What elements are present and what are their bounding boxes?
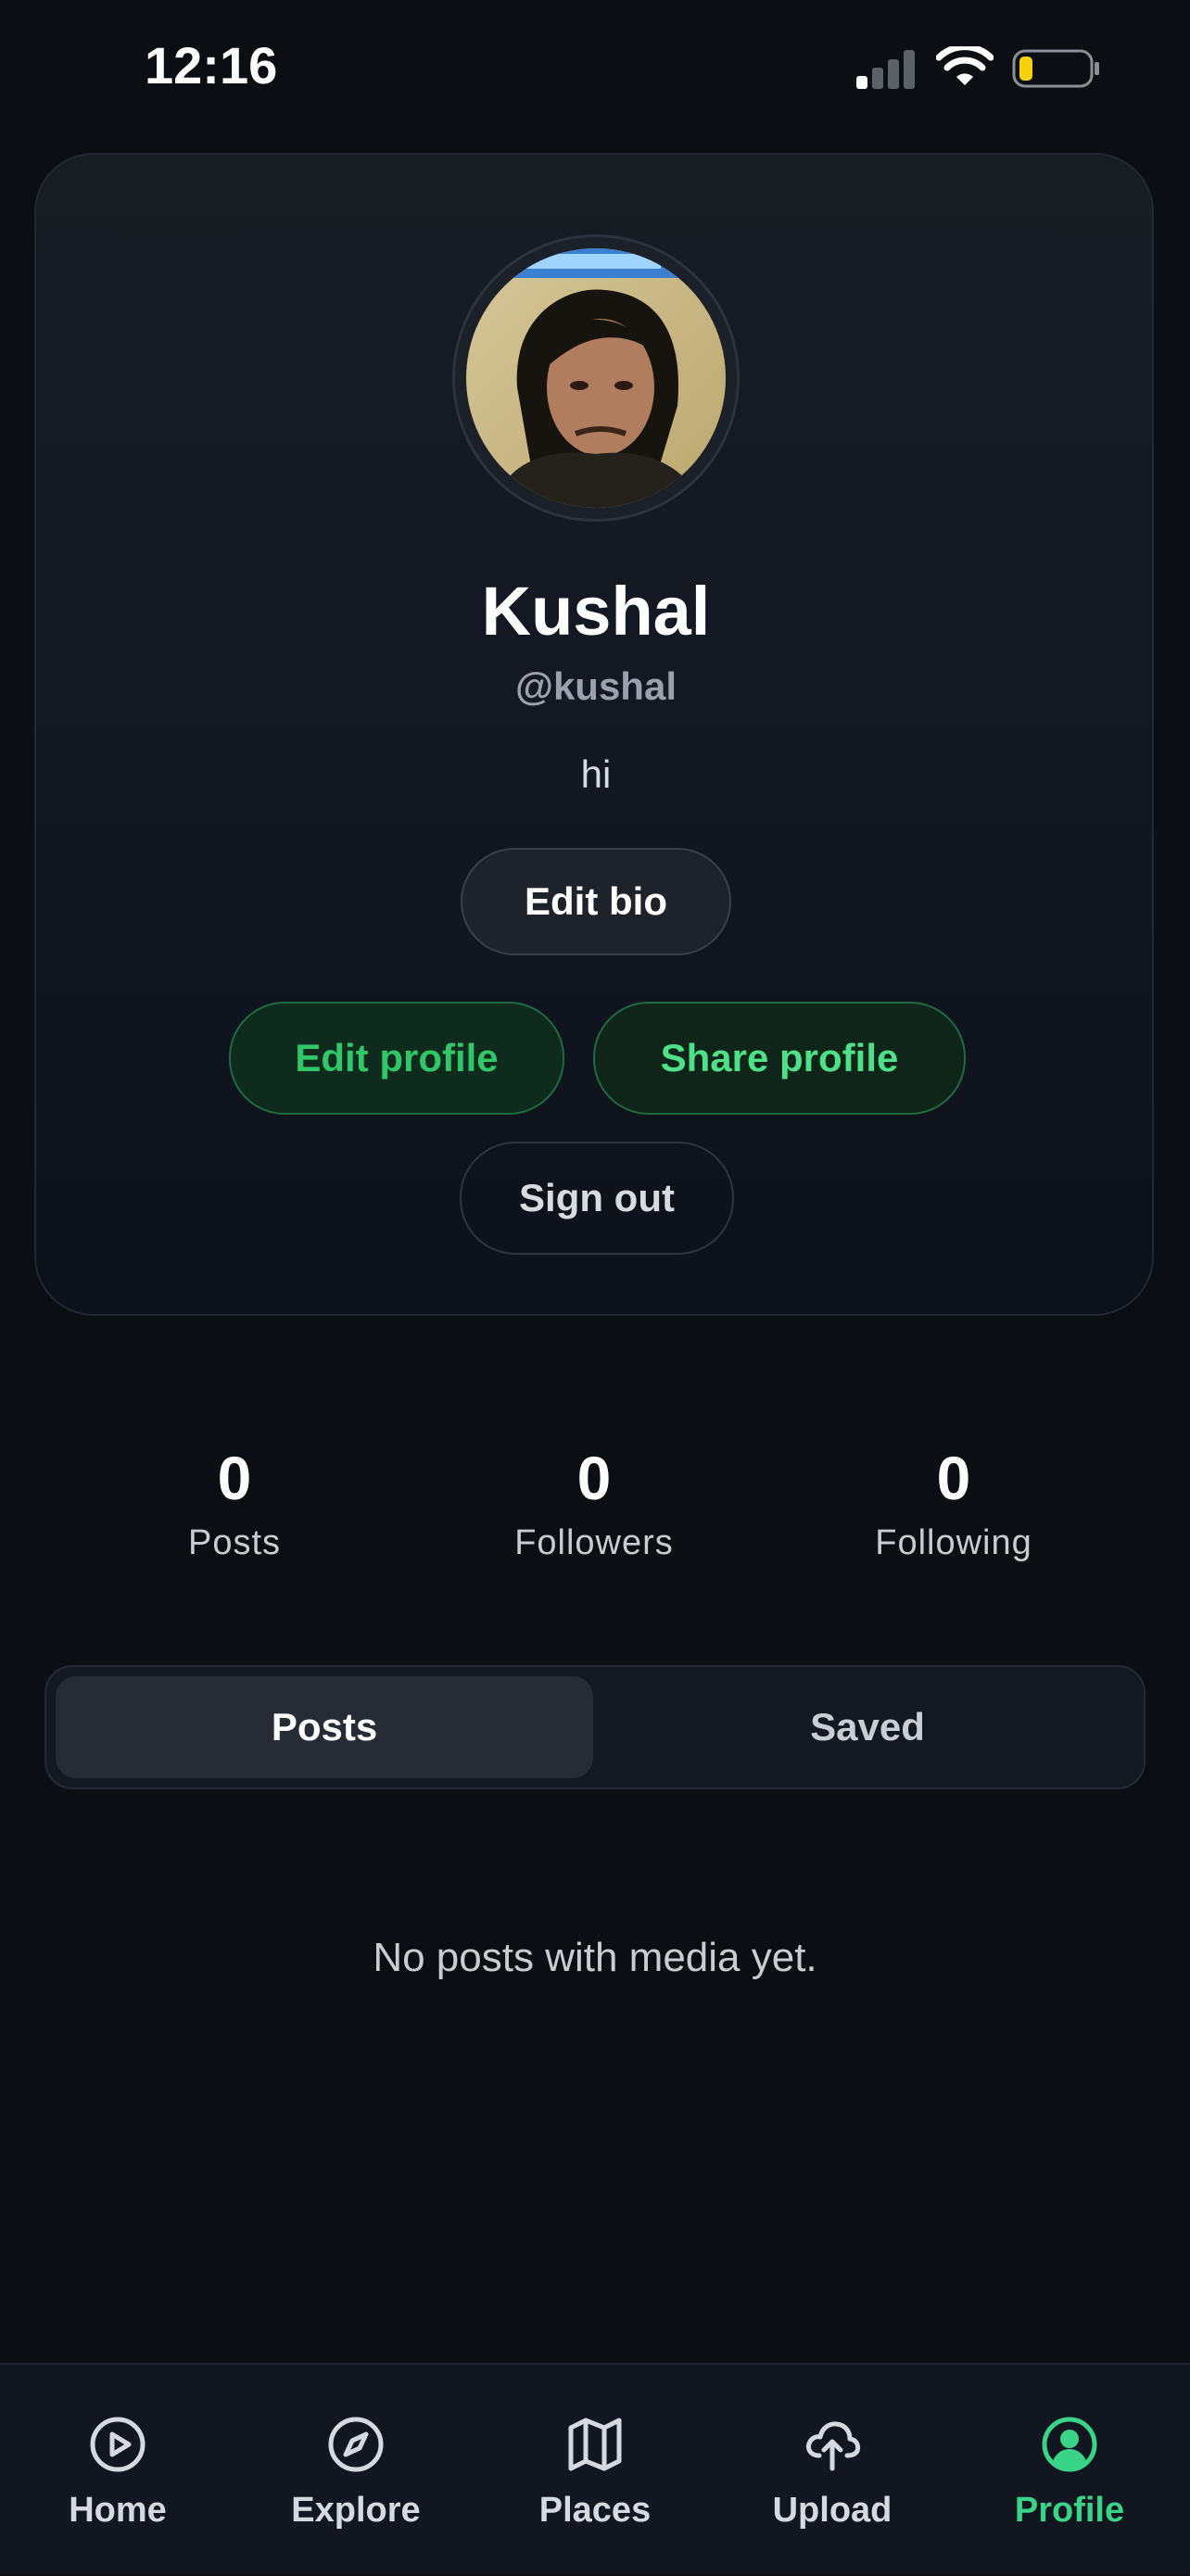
battery-icon <box>1012 49 1099 88</box>
map-icon <box>568 2418 622 2471</box>
nav-explore[interactable]: Explore <box>254 2365 458 2576</box>
stat-posts[interactable]: 0 Posts <box>95 1436 373 1563</box>
nav-places-label: Places <box>538 2491 652 2530</box>
wifi-icon <box>936 46 994 85</box>
stat-followers-label: Followers <box>514 1523 674 1562</box>
profile-bio: hi <box>580 752 612 796</box>
nav-upload[interactable]: Upload <box>730 2365 934 2576</box>
user-circle-icon <box>1042 2417 1097 2472</box>
content-tabs: Posts Saved <box>44 1665 1146 1789</box>
stat-following-value: 0 <box>936 1444 971 1512</box>
bottom-nav: Home Explore Places Upload Profile <box>0 2363 1190 2574</box>
edit-bio-button[interactable]: Edit bio <box>461 848 731 955</box>
cellular-signal-icon <box>856 50 915 89</box>
nav-explore-label: Explore <box>291 2491 421 2530</box>
nav-places[interactable]: Places <box>493 2365 697 2576</box>
nav-upload-label: Upload <box>772 2491 892 2530</box>
stat-following[interactable]: 0 Following <box>815 1436 1093 1563</box>
status-bar: 12:16 <box>0 0 1190 139</box>
status-time: 12:16 <box>145 36 278 95</box>
empty-state-message: No posts with media yet. <box>373 1935 817 1980</box>
avatar-photo <box>466 248 726 508</box>
profile-stats: 0 Posts 0 Followers 0 Following <box>0 1436 1190 1585</box>
sign-out-button[interactable]: Sign out <box>460 1142 734 1255</box>
stat-posts-value: 0 <box>217 1444 252 1512</box>
profile-handle: @kushal <box>514 664 677 708</box>
share-profile-button[interactable]: Share profile <box>593 1002 966 1115</box>
stat-followers[interactable]: 0 Followers <box>455 1436 733 1563</box>
edit-profile-button[interactable]: Edit profile <box>229 1002 564 1115</box>
nav-profile[interactable]: Profile <box>968 2365 1171 2576</box>
stat-followers-value: 0 <box>576 1444 612 1512</box>
play-circle-icon <box>90 2417 146 2472</box>
profile-card: Kushal @kushal hi Edit bio Edit profile … <box>34 153 1154 1316</box>
cloud-upload-icon <box>805 2421 861 2471</box>
stat-posts-label: Posts <box>187 1523 282 1562</box>
profile-name: Kushal <box>481 573 711 650</box>
nav-profile-label: Profile <box>1014 2491 1125 2530</box>
nav-home-label: Home <box>69 2491 167 2530</box>
tab-posts[interactable]: Posts <box>56 1676 593 1778</box>
nav-home[interactable]: Home <box>16 2365 220 2576</box>
compass-icon <box>328 2417 384 2472</box>
stat-following-label: Following <box>875 1523 1032 1562</box>
avatar[interactable] <box>452 234 740 522</box>
tab-saved[interactable]: Saved <box>599 1676 1136 1778</box>
